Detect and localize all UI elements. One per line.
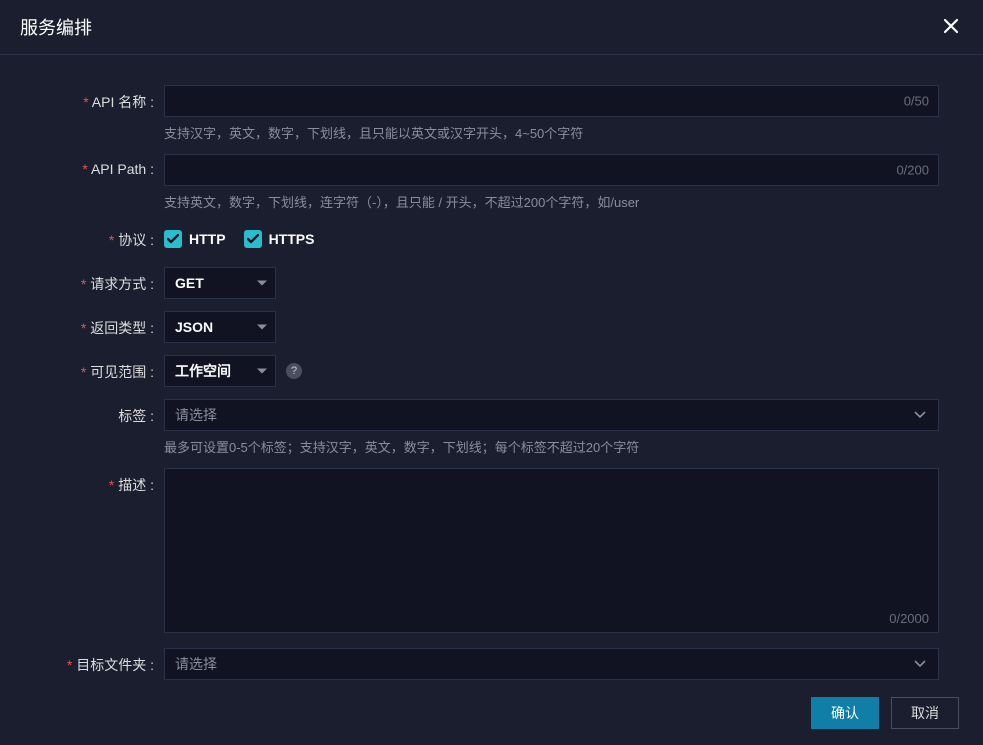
label-return-type: 返回类型 : xyxy=(44,311,164,338)
checkbox-https-label: HTTPS xyxy=(269,231,315,247)
modal-body: API 名称 : 0/50 支持汉字，英文，数字，下划线，且只能以英文或汉字开头… xyxy=(0,55,983,685)
target-folder-select[interactable]: 请选择 xyxy=(164,648,939,680)
close-icon[interactable] xyxy=(939,16,963,38)
label-description: 描述 : xyxy=(44,468,164,495)
content-protocol: HTTP HTTPS xyxy=(164,223,939,255)
chevron-down-icon xyxy=(257,369,267,374)
content-method: GET xyxy=(164,267,939,299)
checkbox-icon xyxy=(164,230,182,248)
row-api-name: API 名称 : 0/50 支持汉字，英文，数字，下划线，且只能以英文或汉字开头… xyxy=(44,85,939,142)
row-protocol: 协议 : HTTP HTTPS xyxy=(44,223,939,255)
label-protocol: 协议 : xyxy=(44,223,164,250)
api-name-counter: 0/50 xyxy=(904,94,929,109)
row-method: 请求方式 : GET xyxy=(44,267,939,299)
tags-helper: 最多可设置0-5个标签；支持汉字，英文，数字，下划线；每个标签不超过20个字符 xyxy=(164,437,939,456)
content-api-name: 0/50 支持汉字，英文，数字，下划线，且只能以英文或汉字开头，4~50个字符 xyxy=(164,85,939,142)
modal-title: 服务编排 xyxy=(20,14,92,40)
content-return-type: JSON xyxy=(164,311,939,343)
label-tags: 标签 : xyxy=(44,399,164,426)
visibility-select[interactable]: 工作空间 xyxy=(164,355,276,387)
modal-header: 服务编排 xyxy=(0,0,983,55)
modal: 服务编排 API 名称 : 0/50 支持汉字，英文，数字，下划线，且只能以英文… xyxy=(0,0,983,745)
row-api-path: API Path : 0/200 支持英文，数字，下划线，连字符（-），且只能 … xyxy=(44,154,939,211)
row-target-folder: 目标文件夹 : 请选择 xyxy=(44,648,939,680)
content-api-path: 0/200 支持英文，数字，下划线，连字符（-），且只能 / 开头，不超过200… xyxy=(164,154,939,211)
visibility-value: 工作空间 xyxy=(175,361,231,381)
checkbox-icon xyxy=(244,230,262,248)
label-api-path: API Path : xyxy=(44,154,164,177)
api-path-counter: 0/200 xyxy=(896,163,929,178)
label-visibility: 可见范围 : xyxy=(44,355,164,382)
label-api-name: API 名称 : xyxy=(44,85,164,112)
method-select[interactable]: GET xyxy=(164,267,276,299)
help-icon[interactable]: ? xyxy=(286,363,302,379)
row-tags: 标签 : 请选择 最多可设置0-5个标签；支持汉字，英文，数字，下划线；每个标签… xyxy=(44,399,939,456)
tags-select[interactable]: 请选择 xyxy=(164,399,939,431)
api-name-input[interactable] xyxy=(164,85,939,117)
description-counter: 0/2000 xyxy=(889,611,929,626)
content-target-folder: 请选择 xyxy=(164,648,939,680)
checkbox-https[interactable]: HTTPS xyxy=(244,230,315,248)
method-value: GET xyxy=(175,275,204,291)
return-type-value: JSON xyxy=(175,319,213,335)
modal-footer: 确认 取消 xyxy=(0,685,983,745)
content-description: 0/2000 xyxy=(164,468,939,636)
chevron-down-icon xyxy=(914,411,926,419)
row-return-type: 返回类型 : JSON xyxy=(44,311,939,343)
label-target-folder: 目标文件夹 : xyxy=(44,648,164,675)
cancel-button[interactable]: 取消 xyxy=(891,697,959,729)
return-type-select[interactable]: JSON xyxy=(164,311,276,343)
content-visibility: 工作空间 ? xyxy=(164,355,939,387)
row-visibility: 可见范围 : 工作空间 ? xyxy=(44,355,939,387)
chevron-down-icon xyxy=(257,325,267,330)
target-folder-placeholder: 请选择 xyxy=(175,654,217,674)
description-textarea[interactable] xyxy=(164,468,939,633)
row-description: 描述 : 0/2000 xyxy=(44,468,939,636)
content-tags: 请选择 最多可设置0-5个标签；支持汉字，英文，数字，下划线；每个标签不超过20… xyxy=(164,399,939,456)
chevron-down-icon xyxy=(914,660,926,668)
confirm-button[interactable]: 确认 xyxy=(811,697,879,729)
api-name-helper: 支持汉字，英文，数字，下划线，且只能以英文或汉字开头，4~50个字符 xyxy=(164,123,939,142)
label-method: 请求方式 : xyxy=(44,267,164,294)
api-path-helper: 支持英文，数字，下划线，连字符（-），且只能 / 开头，不超过200个字符，如/… xyxy=(164,192,939,211)
chevron-down-icon xyxy=(257,281,267,286)
checkbox-http[interactable]: HTTP xyxy=(164,230,226,248)
checkbox-http-label: HTTP xyxy=(189,231,226,247)
tags-placeholder: 请选择 xyxy=(175,405,217,425)
api-path-input[interactable] xyxy=(164,154,939,186)
